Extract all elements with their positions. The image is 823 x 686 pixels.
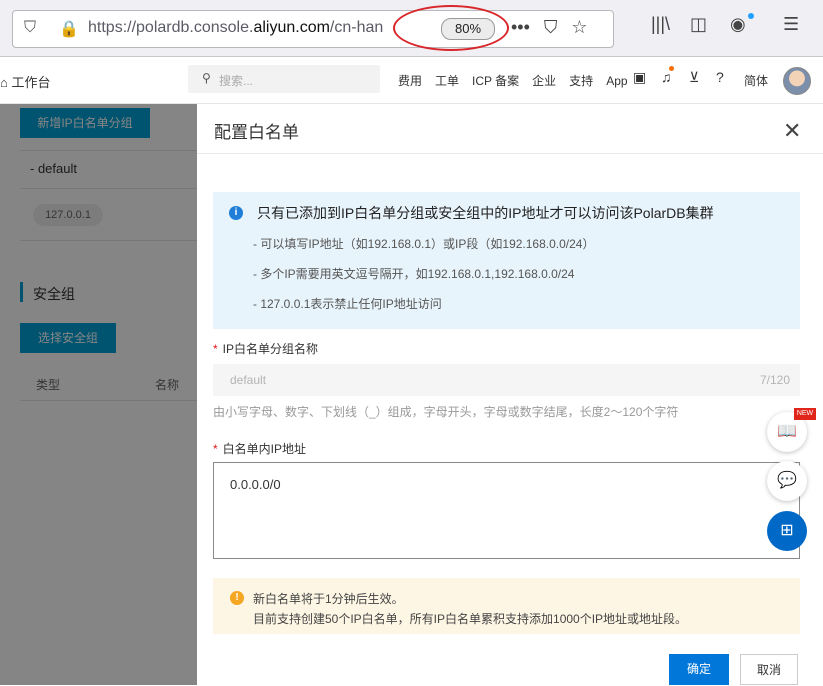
menu-hamburger-icon[interactable]: ☰ [783, 14, 799, 35]
nav-tickets[interactable]: 工单 [435, 74, 459, 88]
char-counter: 7/120 [759, 373, 790, 387]
info-notice: i 只有已添加到IP白名单分组或安全组中的IP地址才可以访问该PolarDB集群… [213, 192, 800, 329]
close-icon[interactable]: ✕ [783, 118, 801, 144]
more-actions-icon[interactable]: ••• [511, 17, 530, 37]
nav-app[interactable]: App [606, 74, 627, 88]
apps-float-button[interactable]: ⊞ [767, 511, 807, 551]
group-name-label: * IP白名单分组名称 [213, 340, 318, 357]
language-switch[interactable]: 简体 [744, 72, 768, 89]
required-mark: * [213, 342, 218, 356]
warning-notice: ! 新白名单将于1分钟后生效。 目前支持创建50个IP白名单，所有IP白名单累积… [213, 578, 800, 634]
url-text[interactable]: https://polardb.console.aliyun.com/cn-ha… [88, 19, 418, 37]
dialog-title: 配置白名单 [214, 123, 299, 142]
account-badge [748, 13, 754, 19]
home-icon: ⌂ [0, 75, 12, 90]
nav-enterprise[interactable]: 企业 [532, 74, 556, 88]
cart-icon[interactable]: ⊻ [689, 69, 699, 86]
bell-icon[interactable]: ♫ [661, 69, 672, 85]
workbench-label: 工作台 [11, 75, 51, 90]
shield-icon[interactable]: ⛉ [24, 19, 36, 37]
info-line: - 多个IP需要用英文逗号隔开，如192.168.0.1,192.168.0.0… [253, 267, 575, 281]
workbench-link[interactable]: ⌂ 工作台 [0, 72, 50, 91]
warning-line: 目前支持创建50个IP白名单，所有IP白名单累积支持添加1000个IP地址或地址… [253, 612, 688, 626]
terminal-icon[interactable]: ▣ [633, 69, 646, 86]
divider [197, 153, 823, 154]
search-input[interactable]: ⚲ 搜索... [188, 65, 380, 93]
group-name-field[interactable]: default 7/120 [213, 364, 800, 396]
ip-list-label-text: 白名单内IP地址 [222, 442, 307, 456]
console-header: ⌂ 工作台 ⚲ 搜索... 费用 工单 ICP 备案 企业 支持 App ▣ ♫ ⊻ ? … [0, 57, 823, 104]
warning-icon: ! [230, 591, 244, 605]
required-mark: * [213, 442, 218, 456]
ip-list-value: 0.0.0.0/0 [230, 477, 281, 492]
group-name-hint: 由小写字母、数字、下划线（_）组成，字母开头，字母或数字结尾，长度2～120个字… [213, 405, 679, 419]
modal-overlay[interactable] [0, 104, 197, 685]
bookmark-star-icon[interactable]: ☆ [571, 17, 587, 37]
help-icon[interactable]: ? [716, 69, 724, 85]
info-icon: i [229, 206, 243, 220]
nav-fees[interactable]: 费用 [398, 74, 422, 88]
sidebar-icon[interactable]: ◫ [690, 14, 707, 35]
cancel-button[interactable]: 取消 [740, 654, 798, 685]
new-badge: NEW [794, 408, 816, 420]
pocket-icon[interactable]: ⛉ [544, 17, 558, 37]
ip-list-label: * 白名单内IP地址 [213, 440, 306, 457]
notification-dot [669, 66, 674, 71]
info-title: 只有已添加到IP白名单分组或安全组中的IP地址才可以访问该PolarDB集群 [257, 205, 714, 221]
library-icon[interactable]: |||\ [651, 14, 670, 35]
feedback-float-button[interactable]: 💬 [767, 461, 807, 501]
lock-icon[interactable]: 🔒 [59, 19, 79, 39]
search-icon: ⚲ [202, 71, 211, 85]
ip-list-textarea[interactable]: 0.0.0.0/0 [213, 462, 800, 559]
info-line: - 127.0.0.1表示禁止任何IP地址访问 [253, 297, 442, 311]
header-nav: 费用 工单 ICP 备案 企业 支持 App [398, 72, 641, 89]
nav-support[interactable]: 支持 [569, 74, 593, 88]
page-actions: ••• ⛉ ☆ [511, 17, 602, 38]
account-icon[interactable]: ◉ [730, 14, 746, 35]
book-icon: 📖 [777, 423, 797, 440]
address-bar[interactable]: ⛉ 🔒 https://polardb.console.aliyun.com/c… [12, 10, 614, 48]
apps-grid-icon: ⊞ [780, 522, 794, 539]
info-line: - 可以填写IP地址（如192.168.0.1）或IP段（如192.168.0.… [253, 237, 595, 251]
search-placeholder: 搜索... [219, 74, 254, 88]
nav-icp[interactable]: ICP 备案 [472, 74, 519, 88]
avatar[interactable] [783, 67, 811, 95]
confirm-button[interactable]: 确定 [669, 654, 729, 685]
whitelist-config-dialog: 配置白名单 ✕ i 只有已添加到IP白名单分组或安全组中的IP地址才可以访问该P… [197, 104, 823, 685]
group-name-value: default [230, 373, 267, 387]
warning-line: 新白名单将于1分钟后生效。 [253, 592, 404, 606]
browser-toolbar: ⛉ 🔒 https://polardb.console.aliyun.com/c… [0, 0, 823, 57]
group-name-label-text: IP白名单分组名称 [222, 342, 319, 356]
chat-icon: 💬 [777, 472, 797, 489]
annotation-highlight-ellipse [393, 5, 509, 51]
